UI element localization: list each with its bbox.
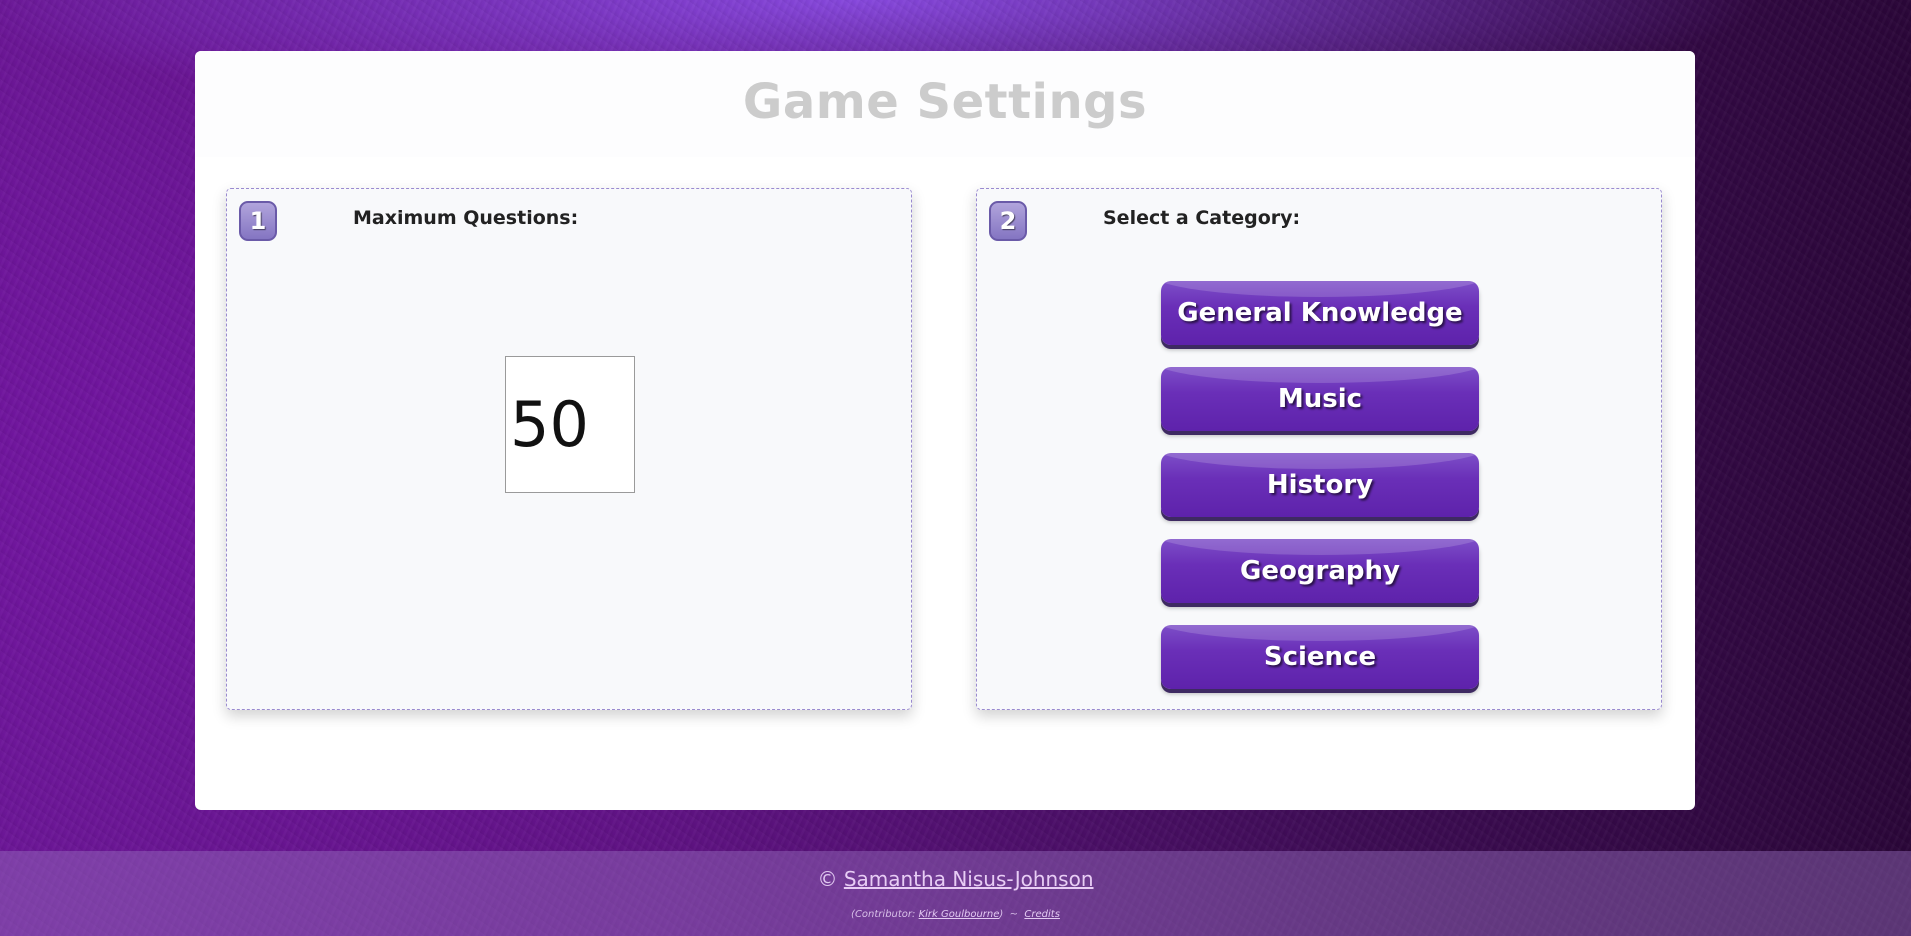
category-button-science[interactable]: Science	[1161, 625, 1479, 689]
category-button-history[interactable]: History	[1161, 453, 1479, 517]
category-button-music[interactable]: Music	[1161, 367, 1479, 431]
max-questions-label: Maximum Questions:	[353, 207, 579, 229]
step-badge-1: 1	[239, 201, 277, 241]
copyright-line: © Samantha Nisus-Johnson	[0, 867, 1911, 891]
contributor-line: (Contributor: Kirk Goulbourne) ~ Credits	[0, 909, 1911, 920]
category-button-general-knowledge[interactable]: General Knowledge	[1161, 281, 1479, 345]
step-badge-2: 2	[989, 201, 1027, 241]
contributor-prefix: (Contributor:	[851, 909, 916, 920]
category-button-label: General Knowledge	[1177, 298, 1463, 328]
category-panel: 2 Select a Category: General Knowledge M…	[976, 188, 1662, 710]
contributor-suffix: )	[999, 909, 1004, 920]
footer: © Samantha Nisus-Johnson (Contributor: K…	[0, 851, 1911, 936]
card-header: Game Settings	[195, 51, 1695, 157]
footer-separator: ~	[1009, 909, 1019, 920]
max-questions-input[interactable]	[505, 356, 635, 493]
category-button-label: Geography	[1240, 556, 1400, 586]
category-button-label: Music	[1277, 384, 1363, 414]
credits-link[interactable]: Credits	[1024, 909, 1060, 920]
category-button-label: History	[1266, 470, 1374, 500]
max-questions-panel: 1 Maximum Questions:	[226, 188, 912, 710]
settings-card: Game Settings 1 Maximum Questions: 2 Sel…	[195, 51, 1695, 810]
author-link[interactable]: Samantha Nisus-Johnson	[844, 867, 1094, 891]
contributor-link[interactable]: Kirk Goulbourne	[919, 909, 1000, 920]
page-title: Game Settings	[742, 74, 1148, 130]
copyright-symbol: ©	[817, 867, 838, 891]
category-label: Select a Category:	[1103, 207, 1301, 229]
category-button-geography[interactable]: Geography	[1161, 539, 1479, 603]
category-button-label: Science	[1263, 642, 1377, 672]
